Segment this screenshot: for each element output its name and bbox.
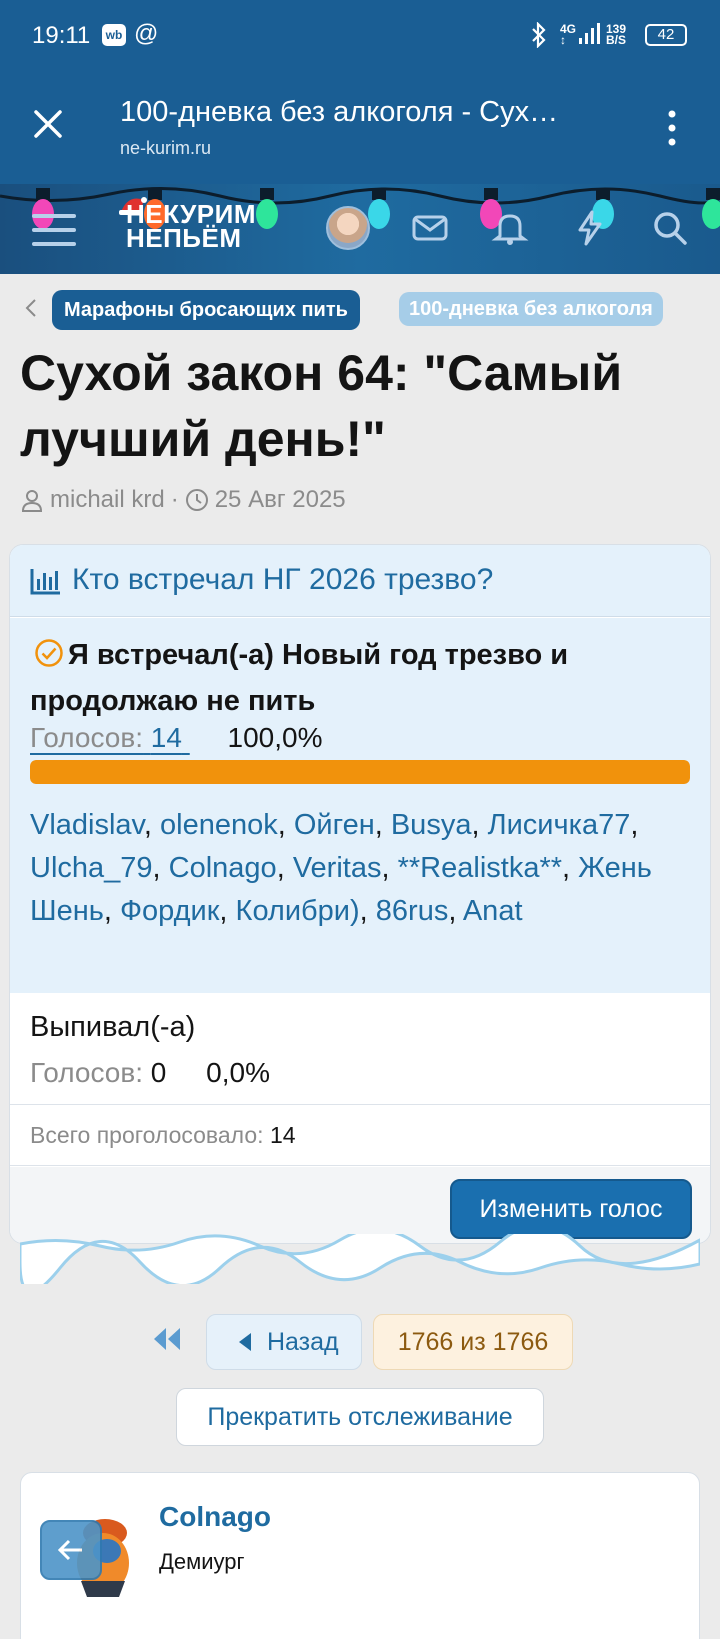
- voter-link[interactable]: Колибри): [236, 895, 360, 927]
- change-vote-button[interactable]: Изменить голос: [450, 1179, 692, 1239]
- voter-separator: ,: [359, 895, 376, 927]
- prev-page-button[interactable]: Назад: [206, 1314, 362, 1370]
- search-icon[interactable]: [650, 208, 690, 248]
- bell-icon[interactable]: [490, 208, 530, 248]
- poll-block: Кто встречал НГ 2026 трезво? Я встречал(…: [9, 544, 711, 1244]
- voter-link[interactable]: Лисичка77: [488, 809, 631, 841]
- breadcrumb-100-days[interactable]: 100-дневка без алкоголя: [399, 292, 663, 326]
- site-header: НЕКУРИМ НЕПЬЁМ: [0, 184, 720, 274]
- voter-separator: ,: [630, 809, 639, 841]
- signal-icon: [579, 23, 600, 44]
- thread-title: Сухой закон 64: "Самый лучший день!": [20, 345, 623, 467]
- voter-link[interactable]: Ulcha_79: [30, 852, 153, 884]
- poll-option-label: Я встречал(-а) Новый год трезво и продол…: [30, 639, 569, 717]
- status-bar: 19:11 wb @ 4G ↕ 139 B/S 42: [0, 0, 720, 72]
- clock-icon: [185, 489, 208, 511]
- post-card: Colnago Демиург: [20, 1472, 700, 1639]
- network-type: 4G ↕: [560, 22, 577, 47]
- voter-separator: ,: [143, 809, 161, 841]
- poll-option-percent: 100,0%: [227, 722, 323, 753]
- poll-total: Всего проголосовало: 14: [10, 1106, 710, 1166]
- voter-separator: ,: [448, 895, 463, 927]
- voter-separator: ,: [381, 852, 398, 884]
- voter-separator: ,: [103, 895, 120, 927]
- voter-link[interactable]: olenenok: [160, 809, 278, 841]
- site-logo[interactable]: НЕКУРИМ НЕПЬЁМ: [126, 201, 256, 251]
- thread-date[interactable]: 25 Авг 2025: [215, 486, 346, 514]
- thread-author[interactable]: michail krd: [50, 486, 165, 514]
- poll-option-drank: Выпивал(-а) Голосов: 0 0,0%: [10, 993, 710, 1105]
- poll-option-votes: Голосов: 14 100,0%: [30, 722, 322, 754]
- voters-list: Vladislav, olenenok, Ойген, Busya, Лисич…: [30, 804, 700, 933]
- poll-option-label: Выпивал(-а): [30, 1011, 196, 1043]
- voter-link[interactable]: Vladislav: [30, 809, 144, 841]
- close-icon[interactable]: [28, 104, 68, 144]
- floating-back-button[interactable]: [40, 1520, 102, 1580]
- user-icon: [21, 490, 43, 512]
- user-avatar[interactable]: [326, 206, 370, 250]
- at-notification-icon: @: [134, 20, 159, 47]
- bar-chart-icon: [30, 569, 60, 595]
- post-author-role: Демиург: [159, 1549, 245, 1574]
- arrow-left-icon: [57, 1539, 82, 1561]
- double-arrow-left-icon[interactable]: [150, 1324, 184, 1354]
- voter-link[interactable]: Фордик: [120, 895, 219, 927]
- voter-link[interactable]: Colnago: [169, 852, 277, 884]
- data-rate: 139 B/S: [606, 22, 627, 47]
- browser-toolbar: 100-дневка без алкоголя - Сух… ne-kurim.…: [0, 72, 720, 184]
- lightning-icon[interactable]: [570, 208, 610, 248]
- battery-icon: 42: [645, 24, 687, 46]
- voter-separator: ,: [277, 809, 294, 841]
- voter-separator: ,: [562, 852, 579, 884]
- votes-link[interactable]: Голосов: 14: [30, 722, 190, 753]
- browser-url[interactable]: ne-kurim.ru: [120, 138, 211, 159]
- voter-link[interactable]: Veritas: [293, 852, 382, 884]
- page-indicator[interactable]: 1766 из 1766: [373, 1314, 573, 1370]
- voter-separator: ,: [219, 895, 236, 927]
- voter-separator: ,: [152, 852, 169, 884]
- unwatch-button[interactable]: Прекратить отслеживание: [176, 1388, 544, 1446]
- post-author-name[interactable]: Colnago: [159, 1501, 271, 1533]
- menu-icon[interactable]: [32, 212, 76, 248]
- voter-separator: ,: [374, 809, 391, 841]
- poll-progress-fill: [30, 760, 690, 784]
- voter-separator: ,: [276, 852, 293, 884]
- voter-link[interactable]: Busya: [391, 809, 472, 841]
- poll-option-percent: 0,0%: [206, 1057, 270, 1088]
- poll-question: Кто встречал НГ 2026 трезво?: [72, 563, 494, 596]
- poll-progress-bar: [30, 760, 690, 784]
- voter-link[interactable]: Ойген: [294, 809, 375, 841]
- voter-link[interactable]: 86rus: [376, 895, 449, 927]
- bluetooth-icon: [530, 21, 548, 54]
- status-time: 19:11: [32, 22, 91, 49]
- voter-link[interactable]: Anat: [463, 895, 523, 927]
- poll-option-votes: Голосов: 0 0,0%: [30, 1057, 270, 1088]
- poll-header: Кто встречал НГ 2026 трезво?: [10, 545, 710, 617]
- more-vert-icon[interactable]: [660, 106, 684, 150]
- poll-option-sober: Я встречал(-а) Новый год трезво и продол…: [10, 618, 710, 993]
- wb-app-icon: wb: [102, 24, 126, 46]
- snow-decoration: [20, 1234, 700, 1284]
- voter-link[interactable]: **Realistka**: [398, 852, 562, 884]
- meta-separator: ·: [170, 486, 179, 513]
- mail-icon[interactable]: [410, 208, 450, 248]
- breadcrumb-marathons[interactable]: Марафоны бросающих пить: [52, 290, 360, 330]
- breadcrumb: Марафоны бросающих пить 100-дневка без а…: [20, 290, 710, 330]
- voter-separator: ,: [471, 809, 488, 841]
- browser-page-title: 100-дневка без алкоголя - Сух…: [120, 96, 559, 128]
- triangle-left-icon: [239, 1333, 251, 1351]
- thread-meta: michail krd · 25 Авг 2025: [20, 486, 346, 514]
- poll-footer: Изменить голос: [10, 1167, 710, 1243]
- chevron-left-icon[interactable]: [20, 296, 44, 320]
